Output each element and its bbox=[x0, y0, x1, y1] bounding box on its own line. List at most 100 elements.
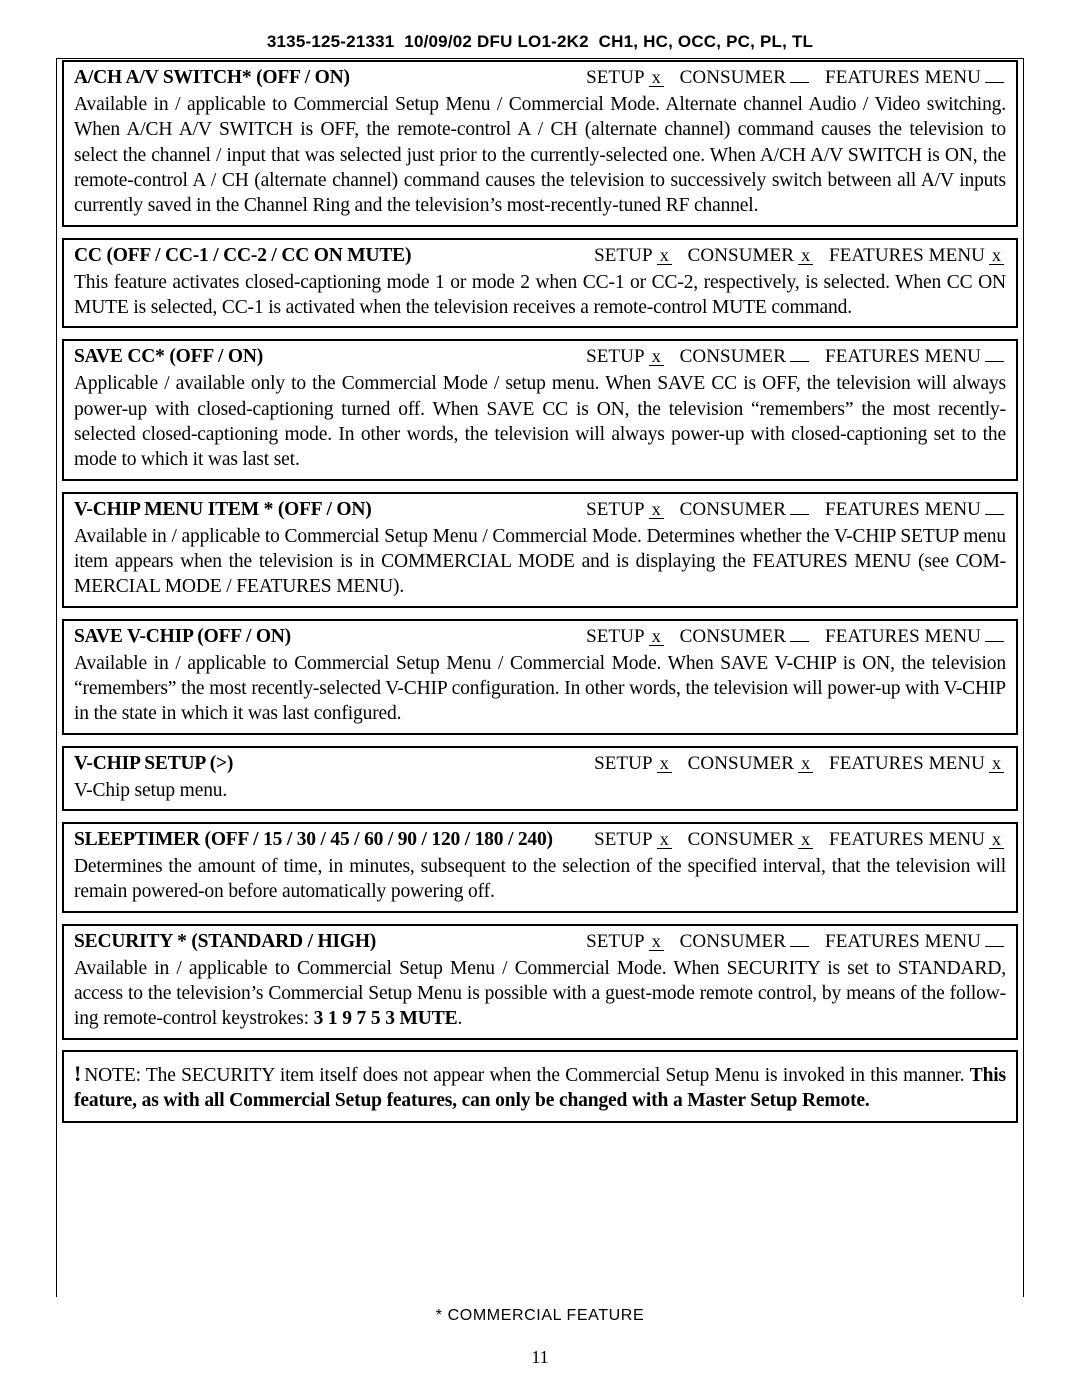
menu-label-features-menu: FEATURES MENU bbox=[825, 498, 981, 520]
warning-exclamation-icon: ! bbox=[74, 1060, 82, 1086]
menu-label-features-menu: FEATURES MENU bbox=[825, 67, 981, 88]
menu-label-consumer: CONSUMER bbox=[687, 752, 795, 774]
menu-label-setup: SETUP bbox=[586, 498, 645, 520]
feature-box-save-cc: SAVE CC* (OFF / ON) SETUP x CONSUMER FEATUR… bbox=[62, 339, 1018, 481]
feature-header-row: SAVE V-CHIP (OFF / ON) SETUP x CONSUMER FEA… bbox=[74, 625, 1006, 650]
menu-mark-setup: x bbox=[656, 830, 672, 849]
feature-box-vchip-setup: V-CHIP SETUP (>) SETUP x CONSUMER x FEATURES… bbox=[62, 745, 1018, 811]
menu-label-setup: SETUP bbox=[594, 244, 653, 266]
feature-title: CC (OFF / CC-1 / CC-2 / CC ON MUTE) bbox=[74, 244, 412, 266]
menu-path: SETUP x CONSUMER FEATURES MENU bbox=[586, 930, 1006, 954]
menu-label-consumer: CONSUMER bbox=[687, 828, 795, 850]
menu-mark-setup: x bbox=[656, 754, 672, 773]
feature-body: Determines the amount of time, in minute… bbox=[74, 855, 1006, 903]
feature-body: Available in / applicable to Commercial … bbox=[74, 525, 1006, 598]
menu-path: SETUP x CONSUMER x FEATURES MENU x bbox=[594, 828, 1006, 852]
menu-mark-setup: x bbox=[648, 932, 664, 951]
menu-label-setup: SETUP bbox=[586, 346, 645, 368]
feature-title: A/CH A/V SWITCH* (OFF / ON) bbox=[74, 67, 350, 88]
menu-mark-consumer bbox=[790, 361, 810, 363]
feature-body: V-Chip setup menu. bbox=[74, 779, 228, 801]
note-text-normal: NOTE: The SECURITY item itself does not … bbox=[84, 1064, 970, 1086]
feature-box-save-vchip: SAVE V-CHIP (OFF / ON) SETUP x CONSUMER FEA… bbox=[62, 618, 1018, 735]
menu-label-consumer: CONSUMER bbox=[687, 244, 795, 266]
menu-mark-setup: x bbox=[648, 347, 664, 367]
feature-header-row: SLEEPTIMER (OFF / 15 / 30 / 45 / 60 / 90… bbox=[74, 828, 1006, 853]
feature-body: This feature activates closed-captioning… bbox=[74, 271, 1006, 318]
feature-header-row: SAVE CC* (OFF / ON) SETUP x CONSUMER FEATUR… bbox=[74, 345, 1006, 370]
menu-path: SETUP x CONSUMER FEATURES MENU bbox=[586, 66, 1006, 90]
menu-mark-features-menu bbox=[985, 945, 1004, 947]
feature-title: SAVE CC* (OFF / ON) bbox=[74, 346, 264, 368]
menu-label-consumer: CONSUMER bbox=[679, 930, 787, 952]
document-header: 3135-125-21331 10/09/02 DFU LO1-2K2 CH1,… bbox=[0, 0, 1080, 61]
menu-path: SETUP x CONSUMER x FEATURES MENU x bbox=[594, 752, 1006, 776]
menu-label-consumer: CONSUMER bbox=[679, 67, 787, 88]
feature-box-cc: CC (OFF / CC-1 / CC-2 / CC ON MUTE) SETU… bbox=[62, 237, 1018, 329]
menu-mark-features-menu: x bbox=[989, 754, 1004, 773]
menu-mark-consumer bbox=[790, 945, 810, 947]
menu-path: SETUP x CONSUMER FEATURES MENU bbox=[586, 625, 1006, 649]
menu-label-features-menu: FEATURES MENU bbox=[829, 244, 985, 266]
menu-mark-consumer bbox=[790, 513, 810, 515]
menu-label-consumer: CONSUMER bbox=[679, 346, 787, 368]
commercial-feature-footnote: * COMMERCIAL FEATURE bbox=[435, 1307, 645, 1324]
menu-mark-consumer: x bbox=[798, 754, 814, 773]
menu-mark-consumer: x bbox=[798, 246, 814, 265]
feature-header-row: CC (OFF / CC-1 / CC-2 / CC ON MUTE) SETU… bbox=[74, 244, 1006, 269]
menu-label-consumer: CONSUMER bbox=[679, 625, 787, 647]
page-number: 11 bbox=[531, 1347, 549, 1367]
menu-label-setup: SETUP bbox=[594, 752, 653, 774]
feature-header-row: A/CH A/V SWITCH* (OFF / ON) SETUP x CONSUM… bbox=[74, 66, 1006, 91]
menu-mark-setup: x bbox=[656, 246, 672, 265]
feature-body: Applicable / available only to the Comme… bbox=[74, 373, 1006, 471]
header-doc-code: DFU LO1-2K2 bbox=[477, 32, 589, 51]
feature-box-vchip-menu-item: V-CHIP MENU ITEM * (OFF / ON) SETUP x CONS… bbox=[62, 491, 1018, 608]
menu-label-setup: SETUP bbox=[586, 67, 645, 88]
feature-body-text: Available in / applicable to Commercial … bbox=[74, 957, 1006, 1030]
menu-mark-features-menu bbox=[985, 513, 1004, 515]
menu-mark-features-menu bbox=[985, 640, 1004, 642]
feature-header-row: SECURITY * (STANDARD / HIGH) SETUP x CONSU… bbox=[74, 930, 1006, 955]
note-text: ! NOTE: The SECURITY item itself does not… bbox=[74, 1059, 1006, 1114]
menu-label-features-menu: FEATURES MENU bbox=[825, 930, 981, 952]
menu-label-setup: SETUP bbox=[586, 625, 645, 647]
menu-path: SETUP x CONSUMER x FEATURES MENU x bbox=[594, 244, 1006, 268]
header-doc-number: 3135-125-21331 bbox=[266, 32, 395, 51]
menu-path: SETUP x CONSUMER FEATURES MENU bbox=[586, 498, 1006, 522]
feature-title: SECURITY * (STANDARD / HIGH) bbox=[74, 930, 377, 952]
menu-label-features-menu: FEATURES MENU bbox=[825, 346, 981, 368]
menu-mark-consumer bbox=[790, 82, 810, 83]
feature-box-list: A/CH A/V SWITCH* (OFF / ON) SETUP x CONSUM… bbox=[62, 60, 1018, 1123]
menu-mark-features-menu bbox=[985, 82, 1004, 83]
feature-box-ach-av-switch: A/CH A/V SWITCH* (OFF / ON) SETUP x CONSUM… bbox=[62, 60, 1018, 227]
feature-title: V-CHIP SETUP (>) bbox=[74, 752, 234, 774]
feature-header-row: V-CHIP SETUP (>) SETUP x CONSUMER x FEATURES… bbox=[74, 752, 1006, 777]
menu-label-setup: SETUP bbox=[594, 828, 653, 850]
menu-mark-features-menu: x bbox=[989, 246, 1004, 265]
menu-label-consumer: CONSUMER bbox=[679, 498, 787, 520]
menu-label-features-menu: FEATURES MENU bbox=[829, 828, 985, 850]
menu-mark-features-menu bbox=[985, 361, 1004, 363]
feature-body: Available in / applicable to Commercial … bbox=[74, 93, 1006, 217]
menu-mark-consumer bbox=[790, 640, 810, 642]
menu-mark-setup: x bbox=[648, 500, 664, 519]
menu-mark-consumer: x bbox=[798, 830, 814, 849]
menu-label-setup: SETUP bbox=[586, 930, 645, 952]
menu-mark-features-menu: x bbox=[989, 830, 1004, 849]
feature-title: V-CHIP MENU ITEM * (OFF / ON) bbox=[74, 498, 372, 520]
menu-path: SETUP x CONSUMER FEATURES MENU bbox=[586, 345, 1006, 369]
feature-title: SAVE V-CHIP (OFF / ON) bbox=[74, 625, 291, 647]
header-models: CH1, HC, OCC, PC, PL, TL bbox=[598, 32, 814, 51]
feature-body-text-end: . bbox=[457, 1008, 463, 1030]
feature-body: Available in / applicable to Commercial … bbox=[74, 652, 1006, 725]
header-date: 10/09/02 bbox=[404, 32, 473, 51]
menu-label-features-menu: FEATURES MENU bbox=[825, 625, 981, 647]
note-box-security: ! NOTE: The SECURITY item itself does not… bbox=[62, 1049, 1018, 1123]
feature-header-row: V-CHIP MENU ITEM * (OFF / ON) SETUP x CONS… bbox=[74, 498, 1006, 523]
feature-box-security: SECURITY * (STANDARD / HIGH) SETUP x CONSU… bbox=[62, 923, 1018, 1040]
feature-body: Available in / applicable to Commercial … bbox=[74, 956, 1006, 1032]
feature-box-sleeptimer: SLEEPTIMER (OFF / 15 / 30 / 45 / 60 / 90… bbox=[62, 821, 1018, 913]
feature-title: SLEEPTIMER (OFF / 15 / 30 / 45 / 60 / 90… bbox=[74, 828, 553, 850]
menu-mark-setup: x bbox=[648, 68, 664, 87]
